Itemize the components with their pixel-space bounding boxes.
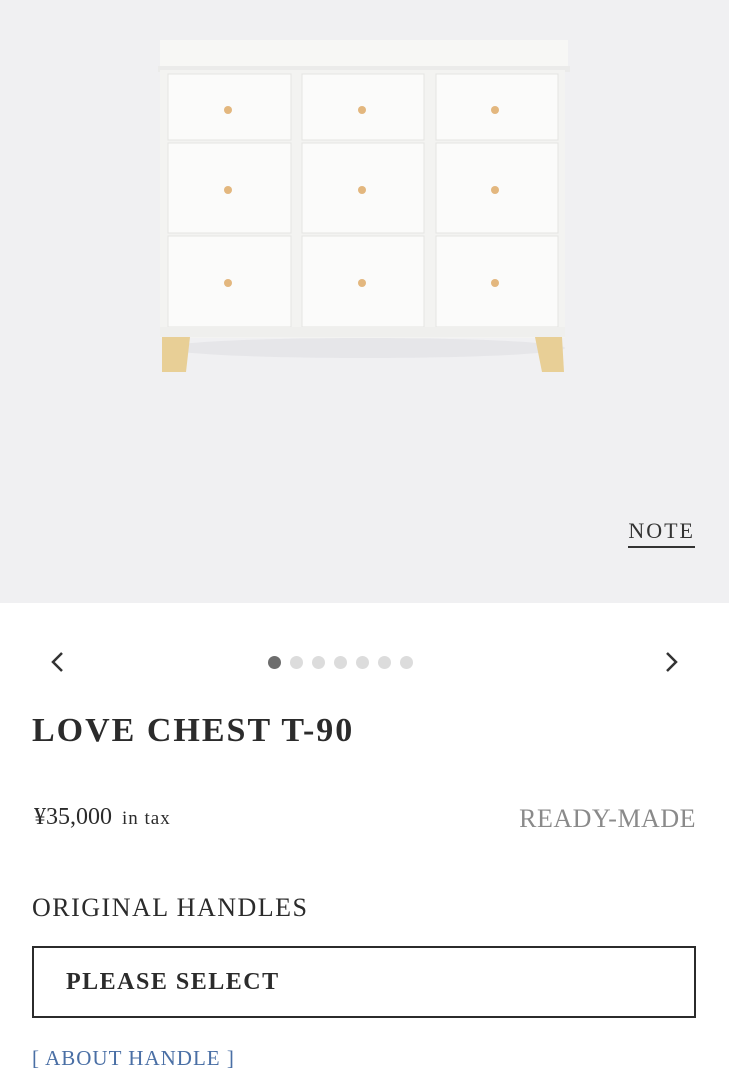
handle-select[interactable]: PLEASE SELECT	[32, 946, 696, 1018]
product-image[interactable]	[150, 30, 580, 390]
chevron-right-icon	[666, 652, 678, 672]
price-row: ¥35,000 in tax READY-MADE	[34, 800, 696, 840]
product-price: ¥35,000 in tax	[34, 804, 171, 831]
chevron-left-icon	[51, 652, 63, 672]
product-hero: NOTE	[0, 0, 729, 603]
carousel-dot[interactable]	[400, 656, 413, 669]
price-unit: in tax	[122, 808, 171, 829]
price-value: ¥35,000	[34, 804, 112, 830]
carousel-dot[interactable]	[334, 656, 347, 669]
carousel-dot[interactable]	[378, 656, 391, 669]
product-title: LOVE CHEST T-90	[32, 712, 355, 749]
product-type-label: READY-MADE	[519, 804, 696, 833]
handle-select-value: PLEASE SELECT	[66, 969, 280, 995]
next-image-button[interactable]	[655, 646, 687, 678]
handles-heading: ORIGINAL HANDLES	[32, 893, 309, 922]
about-handle-link[interactable]: [ ABOUT HANDLE ]	[32, 1046, 235, 1071]
note-link[interactable]: NOTE	[628, 518, 695, 548]
carousel-dot[interactable]	[312, 656, 325, 669]
carousel-dot[interactable]	[290, 656, 303, 669]
prev-image-button[interactable]	[42, 646, 74, 678]
carousel-dot[interactable]	[356, 656, 369, 669]
carousel-dot[interactable]	[268, 656, 281, 669]
image-carousel-nav	[0, 640, 729, 684]
carousel-dots	[268, 656, 413, 669]
